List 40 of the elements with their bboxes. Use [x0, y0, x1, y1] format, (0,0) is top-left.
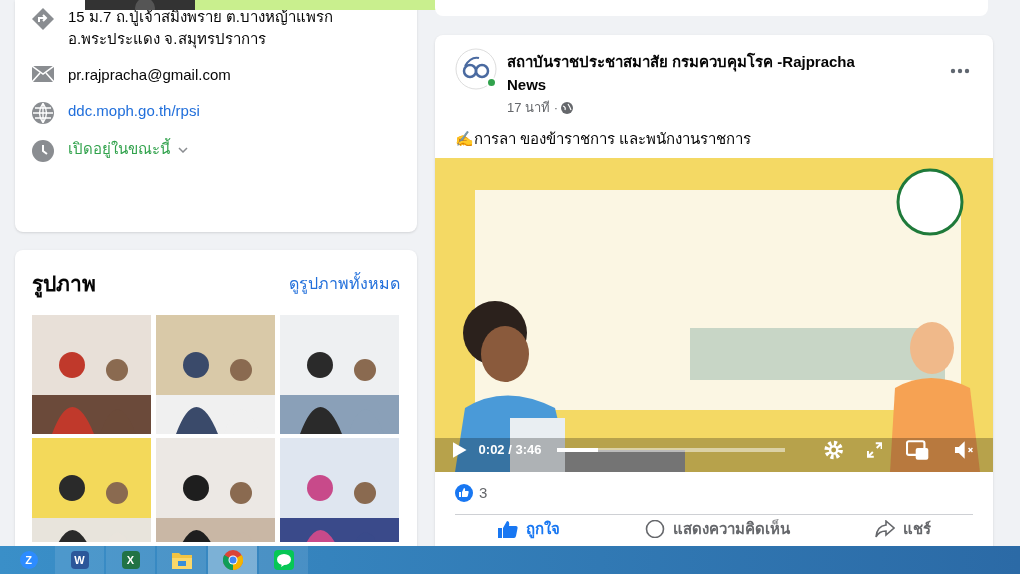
taskbar-app-button[interactable]: X — [106, 546, 155, 574]
direction-sign-icon — [32, 8, 54, 30]
thumbs-up-icon — [497, 520, 518, 538]
video-time: 0:02 / 3:46 — [478, 441, 542, 460]
more-options-icon[interactable] — [950, 68, 970, 74]
reaction-count[interactable]: 3 — [479, 481, 488, 505]
chat-app-icon — [273, 550, 294, 570]
speech-bubble-icon — [644, 520, 665, 538]
website-link[interactable]: ddc.moph.go.th/rpsi — [68, 100, 368, 122]
taskbar-app-button[interactable] — [259, 546, 308, 574]
see-all-link[interactable]: ดูรูปภาพทั้งหมด — [289, 271, 400, 296]
word-app-icon: W — [70, 551, 89, 569]
envelope-icon — [32, 66, 54, 82]
comment-button[interactable]: แสดงความคิดเห็น — [634, 517, 800, 541]
picture-in-picture-icon[interactable] — [906, 439, 930, 461]
progress-track[interactable] — [557, 448, 786, 452]
post-time[interactable]: 17 นาที · — [507, 98, 558, 118]
like-button[interactable]: ถูกใจ — [487, 517, 570, 541]
taskbar-app-button[interactable] — [208, 546, 257, 574]
post-text: ✍การลา ของข้าราชการ และพนักงานราชการ — [454, 128, 753, 149]
clock-icon — [32, 140, 54, 162]
opening-status[interactable]: เปิดอยู่ในขณะนี้ — [68, 138, 170, 160]
taskbar-app-button[interactable]: W — [55, 546, 104, 574]
share-button[interactable]: แชร์ — [864, 517, 941, 541]
play-icon[interactable] — [453, 442, 467, 458]
page-name[interactable]: สถาบันราชประชาสมาสัย กรมควบคุมโรค -Rajpracha News — [507, 50, 897, 96]
muted-speaker-icon[interactable] — [953, 440, 975, 460]
settings-icon[interactable] — [823, 439, 845, 461]
like-reaction-icon — [455, 484, 473, 502]
excel-app-icon: X — [121, 551, 140, 569]
folder-icon — [171, 551, 192, 569]
zoom-app-icon: Z — [19, 551, 38, 569]
browser-icon — [222, 550, 243, 570]
avatar-logo-icon[interactable] — [455, 48, 497, 90]
address-text: 15 ม.7 ถ.ปู่เจ้าสมิงพราย ต.บางหญ้าแพรก อ.พระประแดง จ.สมุทรปราการ — [68, 7, 335, 50]
section-title: รูปภาพ — [32, 268, 96, 300]
share-arrow-icon — [874, 520, 895, 538]
taskbar-app-button[interactable]: Z — [4, 546, 53, 574]
email-address: pr.rajpracha@gmail.com — [68, 65, 232, 85]
chevron-down-icon[interactable] — [178, 147, 188, 153]
